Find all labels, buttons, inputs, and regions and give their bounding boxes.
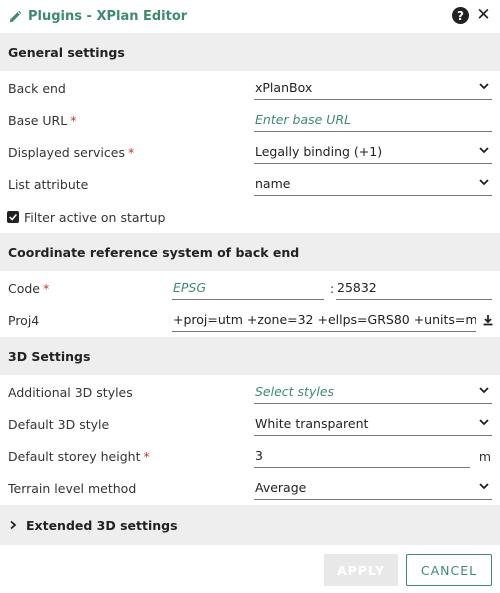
chevron-down-icon [478, 416, 490, 428]
pencil-icon [9, 10, 22, 22]
extended-3d-settings-toggle[interactable]: Extended 3D settings [0, 505, 500, 545]
select-value: name [255, 176, 291, 191]
epsg-prefix-input[interactable]: EPSG [172, 276, 324, 300]
input-placeholder: EPSG [173, 280, 207, 295]
chevron-down-icon [478, 144, 490, 156]
required-marker: * [143, 448, 150, 464]
row-default-style: Default 3D style White transparent [0, 408, 500, 440]
field-label: Back end [8, 80, 66, 96]
chevron-down-icon [478, 176, 490, 188]
chevron-right-icon [10, 520, 17, 530]
code-separator: : [330, 280, 335, 296]
section-title: Extended 3D settings [26, 517, 178, 533]
chevron-down-icon [478, 384, 490, 396]
field-label: Additional 3D styles [8, 384, 133, 400]
checkmark-icon [9, 214, 17, 221]
row-additional-styles: Additional 3D styles Select styles [0, 376, 500, 408]
help-icon[interactable]: ? [452, 7, 469, 24]
section-title: Coordinate reference system of back end [8, 244, 300, 260]
section-header-crs: Coordinate reference system of back end [0, 233, 500, 271]
row-proj4: Proj4 +proj=utm +zone=32 +ellps=GRS80 +u… [0, 304, 500, 336]
required-marker: * [127, 144, 135, 160]
proj4-input[interactable]: +proj=utm +zone=32 +ellps=GRS80 +units=m… [172, 308, 476, 332]
row-base-url: Base URL * Enter base URL [0, 104, 500, 136]
section-title: General settings [8, 44, 125, 60]
input-value: 25832 [337, 280, 377, 295]
required-marker: * [43, 280, 50, 296]
row-displayed-services: Displayed services * Legally binding (+1) [0, 136, 500, 168]
window-title: Plugins - XPlan Editor [28, 9, 188, 24]
storey-height-input[interactable]: 3 [254, 444, 470, 468]
apply-button[interactable]: APPLY [324, 554, 398, 586]
unit-label: m [478, 448, 491, 464]
field-label: List attribute [8, 176, 89, 192]
field-label: Default 3D style [8, 416, 110, 432]
chevron-down-icon [478, 80, 490, 92]
row-terrain-method: Terrain level method Average [0, 472, 500, 504]
row-filter-active: Filter active on startup [0, 201, 500, 233]
checkbox-label: Filter active on startup [24, 209, 166, 225]
back-end-select[interactable]: xPlanBox [254, 76, 492, 100]
close-icon[interactable]: ✕ [475, 7, 492, 24]
base-url-input[interactable]: Enter base URL [254, 108, 492, 132]
cancel-button[interactable]: CANCEL [406, 554, 492, 586]
field-label: Terrain level method [8, 480, 137, 496]
input-placeholder: Enter base URL [255, 112, 352, 127]
terrain-method-select[interactable]: Average [254, 476, 492, 500]
epsg-code-input[interactable]: 25832 [336, 276, 492, 300]
field-label: Displayed services * [8, 144, 135, 160]
additional-styles-select[interactable]: Select styles [254, 380, 492, 404]
row-storey-height: Default storey height * 3 m [0, 440, 500, 472]
window-titlebar: Plugins - XPlan Editor ? ✕ [0, 0, 500, 33]
row-back-end: Back end xPlanBox [0, 72, 500, 104]
displayed-services-select[interactable]: Legally binding (+1) [254, 140, 492, 164]
dialog-footer: APPLY CANCEL [0, 545, 500, 593]
required-marker: * [70, 112, 77, 128]
field-label: Base URL * [8, 112, 77, 128]
download-icon[interactable] [482, 314, 494, 326]
filter-active-checkbox[interactable] [7, 211, 19, 223]
list-attribute-select[interactable]: name [254, 172, 492, 196]
field-label: Code * [8, 280, 50, 296]
section-header-3d: 3D Settings [0, 337, 500, 375]
default-style-select[interactable]: White transparent [254, 412, 492, 436]
field-label: Proj4 [8, 312, 40, 328]
row-code: Code * EPSG : 25832 [0, 272, 500, 304]
select-value: xPlanBox [255, 80, 313, 95]
field-label: Default storey height * [8, 448, 150, 464]
input-value: +proj=utm +zone=32 +ellps=GRS80 +units=m… [173, 312, 476, 327]
section-title: 3D Settings [8, 348, 91, 364]
chevron-down-icon [478, 480, 490, 492]
row-list-attribute: List attribute name [0, 168, 500, 200]
select-value: Average [255, 480, 307, 495]
select-value: White transparent [255, 416, 369, 431]
select-value: Legally binding (+1) [255, 144, 383, 159]
section-header-general: General settings [0, 33, 500, 71]
select-placeholder: Select styles [255, 384, 335, 399]
input-value: 3 [255, 448, 263, 463]
